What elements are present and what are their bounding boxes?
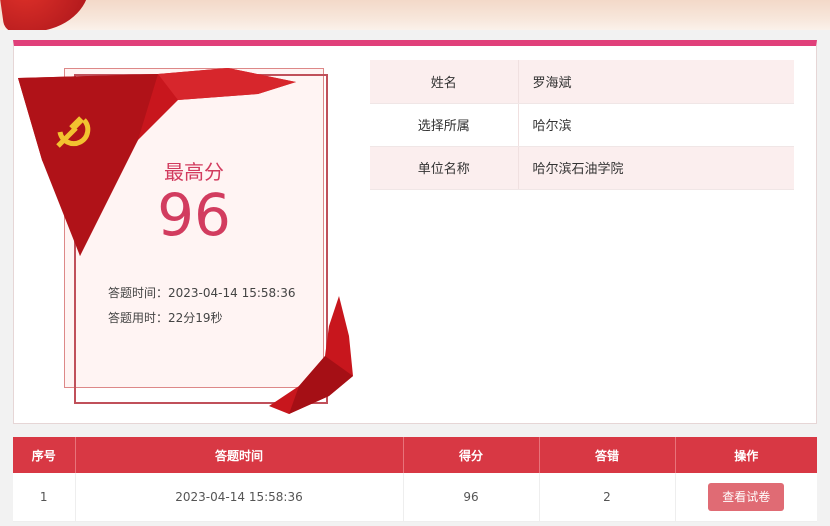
column-header-wrong: 答错 xyxy=(539,437,676,473)
banner-title xyxy=(300,0,530,16)
cell-index: 1 xyxy=(13,473,76,522)
cell-time: 2023-04-14 15:58:36 xyxy=(75,473,404,522)
answer-time-label: 答题时间： xyxy=(108,286,169,300)
info-key: 单位名称 xyxy=(370,146,518,190)
info-value: 哈尔滨 xyxy=(517,103,794,147)
cell-score: 96 xyxy=(403,473,540,522)
answer-time-value: 2023-04-14 15:58:36 xyxy=(168,286,296,300)
info-row-name: 姓名 罗海斌 xyxy=(370,60,794,104)
score-value: 96 xyxy=(157,181,231,249)
ribbon-decoration xyxy=(269,296,353,414)
duration-label: 答题用时： xyxy=(108,311,169,325)
view-paper-button[interactable]: 查看试卷 xyxy=(708,482,785,511)
table-row: 1 2023-04-14 15:58:36 96 2 查看试卷 xyxy=(13,473,817,522)
info-key: 姓名 xyxy=(370,60,518,104)
column-header-time: 答题时间 xyxy=(75,437,404,473)
user-info-table: 姓名 罗海斌 选择所属 哈尔滨 单位名称 哈尔滨石油学院 xyxy=(370,60,794,190)
info-key: 选择所属 xyxy=(370,103,518,147)
answer-records-table: 序号 答题时间 得分 答错 操作 1 2023-04-14 15:58:36 9… xyxy=(13,437,817,522)
cell-wrong: 2 xyxy=(539,473,676,522)
duration-value: 22分19秒 xyxy=(168,311,223,325)
cell-action: 查看试卷 xyxy=(675,473,817,522)
info-value: 罗海斌 xyxy=(517,60,794,104)
duration-line: 答题用时：22分19秒 xyxy=(108,309,223,326)
answer-time-line: 答题时间：2023-04-14 15:58:36 xyxy=(108,284,295,301)
table-header: 序号 答题时间 得分 答错 操作 xyxy=(13,437,817,473)
top-banner xyxy=(0,0,830,30)
flag-decoration xyxy=(0,0,95,30)
info-row-organization: 单位名称 哈尔滨石油学院 xyxy=(370,146,794,190)
info-value: 哈尔滨石油学院 xyxy=(517,146,794,190)
column-header-score: 得分 xyxy=(403,437,540,473)
column-header-action: 操作 xyxy=(675,437,817,473)
info-row-region: 选择所属 哈尔滨 xyxy=(370,103,794,147)
result-card: 最高分 96 答题时间：2023-04-14 15:58:36 答题用时：22分… xyxy=(13,40,817,424)
column-header-index: 序号 xyxy=(13,437,76,473)
